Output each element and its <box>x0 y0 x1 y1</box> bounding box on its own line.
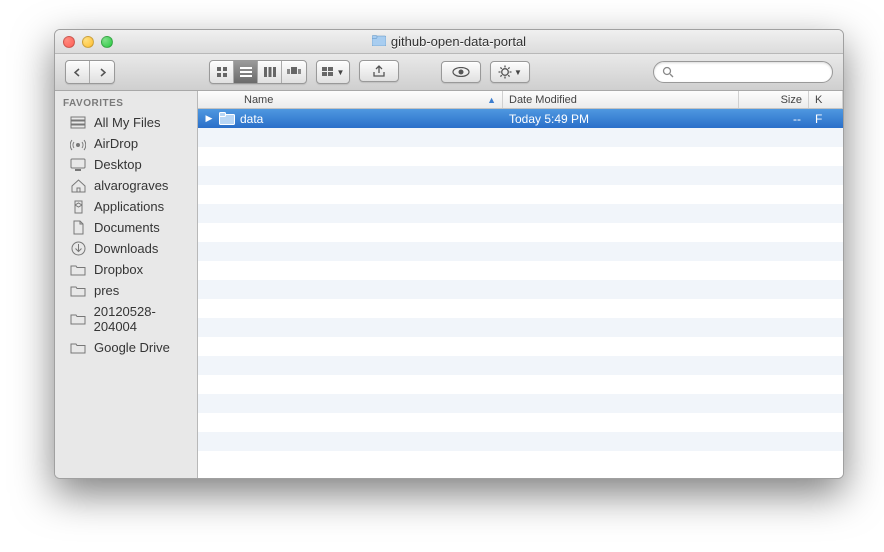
sidebar-item-dated[interactable]: 20120528-204004 <box>55 301 197 337</box>
empty-row <box>198 204 843 223</box>
folder-icon <box>69 285 87 297</box>
sidebar: FAVORITES All My Files AirDrop Desktop a… <box>55 91 198 478</box>
sidebar-item-airdrop[interactable]: AirDrop <box>55 133 197 154</box>
empty-row <box>198 451 843 470</box>
allmyfiles-icon <box>69 116 87 130</box>
column-headers: Name ▲ Date Modified Size K <box>198 91 843 109</box>
folder-icon <box>219 112 235 125</box>
sidebar-item-label: Google Drive <box>94 340 170 355</box>
minimize-button[interactable] <box>82 36 94 48</box>
zoom-button[interactable] <box>101 36 113 48</box>
close-button[interactable] <box>63 36 75 48</box>
file-size: -- <box>739 112 809 126</box>
col-header-name[interactable]: Name ▲ <box>198 91 503 108</box>
share-button[interactable] <box>359 60 399 82</box>
empty-row <box>198 413 843 432</box>
search-input[interactable] <box>678 65 833 79</box>
sidebar-item-label: Documents <box>94 220 160 235</box>
sidebar-item-googledrive[interactable]: Google Drive <box>55 337 197 358</box>
folder-icon <box>69 313 87 325</box>
empty-row <box>198 280 843 299</box>
sidebar-item-downloads[interactable]: Downloads <box>55 238 197 259</box>
view-mode-group <box>209 60 307 84</box>
empty-row <box>198 147 843 166</box>
empty-row <box>198 242 843 261</box>
sidebar-section-favorites: FAVORITES <box>55 96 197 112</box>
sidebar-item-label: AirDrop <box>94 136 138 151</box>
empty-row <box>198 337 843 356</box>
view-icon-button[interactable] <box>210 61 234 83</box>
toolbar: ▼ ▼ <box>55 54 843 91</box>
disclosure-icon[interactable]: ▶ <box>204 113 214 124</box>
sidebar-item-applications[interactable]: Applications <box>55 196 197 217</box>
file-row-data[interactable]: ▶ data Today 5:49 PM -- F <box>198 109 843 128</box>
folder-icon <box>372 34 386 49</box>
file-listing: Name ▲ Date Modified Size K ▶ data Today… <box>198 91 843 478</box>
sidebar-item-label: All My Files <box>94 115 160 130</box>
col-header-kind[interactable]: K <box>809 91 843 108</box>
nav-buttons-group <box>65 60 115 84</box>
sidebar-item-allmyfiles[interactable]: All My Files <box>55 112 197 133</box>
quicklook-button[interactable] <box>441 61 481 83</box>
empty-row <box>198 356 843 375</box>
sidebar-item-home[interactable]: alvarograves <box>55 175 197 196</box>
empty-row <box>198 299 843 318</box>
empty-row <box>198 394 843 413</box>
empty-row <box>198 261 843 280</box>
empty-row <box>198 166 843 185</box>
empty-row <box>198 128 843 147</box>
empty-row <box>198 223 843 242</box>
documents-icon <box>69 220 87 235</box>
search-icon <box>662 66 674 78</box>
sidebar-item-dropbox[interactable]: Dropbox <box>55 259 197 280</box>
file-date: Today 5:49 PM <box>503 112 739 126</box>
col-header-date[interactable]: Date Modified <box>503 91 739 108</box>
file-name: data <box>240 112 263 126</box>
search-field[interactable] <box>653 61 833 83</box>
empty-row <box>198 432 843 451</box>
sidebar-item-desktop[interactable]: Desktop <box>55 154 197 175</box>
sidebar-item-label: Applications <box>94 199 164 214</box>
col-header-size[interactable]: Size <box>739 91 809 108</box>
home-icon <box>69 179 87 193</box>
sidebar-item-label: Dropbox <box>94 262 143 277</box>
airdrop-icon <box>69 137 87 151</box>
empty-row <box>198 318 843 337</box>
sidebar-item-label: Desktop <box>94 157 142 172</box>
empty-row <box>198 185 843 204</box>
window-title: github-open-data-portal <box>372 34 526 49</box>
arrange-button[interactable]: ▼ <box>317 61 349 83</box>
rows-container: ▶ data Today 5:49 PM -- F <box>198 109 843 478</box>
view-list-button[interactable] <box>234 61 258 83</box>
sidebar-item-label: alvarograves <box>94 178 168 193</box>
finder-window: github-open-data-portal <box>54 29 844 479</box>
folder-icon <box>69 264 87 276</box>
applications-icon <box>69 200 87 214</box>
titlebar[interactable]: github-open-data-portal <box>55 30 843 54</box>
file-kind: F <box>809 112 843 126</box>
empty-row <box>198 375 843 394</box>
sort-indicator-icon: ▲ <box>487 95 496 105</box>
view-column-button[interactable] <box>258 61 282 83</box>
sidebar-item-pres[interactable]: pres <box>55 280 197 301</box>
downloads-icon <box>69 241 87 256</box>
desktop-icon <box>69 158 87 171</box>
sidebar-item-documents[interactable]: Documents <box>55 217 197 238</box>
sidebar-item-label: pres <box>94 283 119 298</box>
forward-button[interactable] <box>90 61 114 83</box>
sidebar-item-label: Downloads <box>94 241 158 256</box>
window-title-text: github-open-data-portal <box>391 34 526 49</box>
view-coverflow-button[interactable] <box>282 61 306 83</box>
traffic-lights <box>63 36 113 48</box>
folder-icon <box>69 342 87 354</box>
action-button[interactable]: ▼ <box>490 61 530 83</box>
sidebar-item-label: 20120528-204004 <box>94 304 197 334</box>
back-button[interactable] <box>66 61 90 83</box>
